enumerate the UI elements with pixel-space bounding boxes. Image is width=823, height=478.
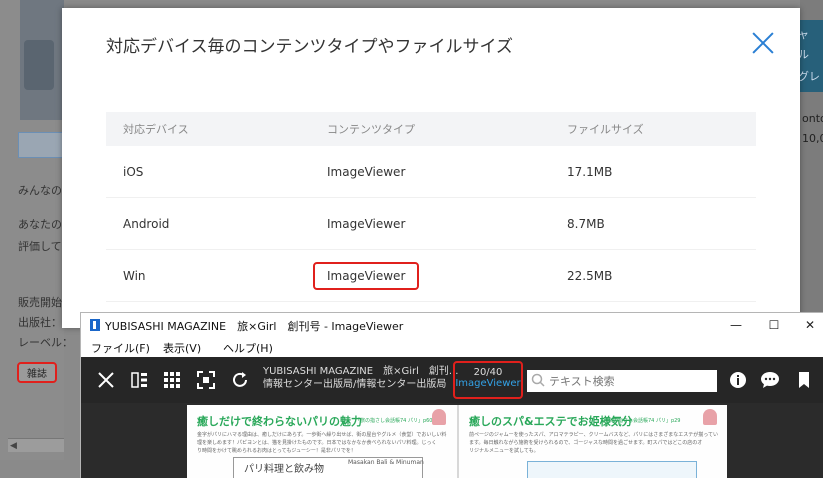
info-icon[interactable] bbox=[727, 369, 749, 391]
right-page-photo bbox=[527, 461, 697, 478]
right-page-tag: 「旅の指さし会話帳74 パリ」p29 bbox=[603, 418, 681, 424]
file-size-cell: 22.5MB bbox=[567, 268, 613, 283]
rotate-icon[interactable] bbox=[229, 369, 251, 391]
imageviewer-window: YUBISASHI MAGAZINE 旅×Girl 創刊号 - ImageVie… bbox=[80, 312, 823, 478]
background-text: onto bbox=[802, 112, 823, 125]
right-page-body: 前ページのジャムーを使ったスパ、アロマテラピー、クリームバスなど、パリにはさまざ… bbox=[469, 432, 718, 454]
menu-view[interactable]: 表示(V) bbox=[153, 337, 213, 357]
close-window-button[interactable]: ✕ bbox=[795, 315, 823, 335]
background-text: 評価して" bbox=[18, 240, 67, 253]
magazine-tag[interactable]: 雑誌 bbox=[17, 362, 57, 383]
content-type-cell: ImageViewer bbox=[327, 216, 406, 231]
window-title: YUBISASHI MAGAZINE 旅×Girl 創刊号 - ImageVie… bbox=[105, 320, 404, 333]
table-row: Win ImageViewer 22.5MB bbox=[106, 250, 756, 302]
content-type-cell: ImageViewer bbox=[327, 164, 406, 179]
comment-icon[interactable] bbox=[759, 369, 781, 391]
book-info: YUBISASHI MAGAZINE 旅×Girl 創刊... 情報センター出版… bbox=[263, 365, 458, 391]
bookmark-icon[interactable] bbox=[793, 369, 815, 391]
page-gutter bbox=[457, 405, 459, 478]
column-header-size: ファイルサイズ bbox=[567, 123, 644, 136]
close-icon[interactable] bbox=[95, 369, 117, 391]
search-input[interactable] bbox=[549, 372, 709, 390]
table-of-contents-icon[interactable] bbox=[129, 369, 151, 391]
fit-screen-icon[interactable] bbox=[195, 369, 217, 391]
book-publisher: 情報センター出版局/情報センター出版局 bbox=[263, 379, 447, 390]
page-counter: 20/40 ImageViewer bbox=[453, 361, 523, 399]
background-text: レーベル： bbox=[18, 336, 73, 349]
left-page-heading: 癒しだけで終わらないパリの魅力 bbox=[197, 415, 362, 428]
left-page-tag: 「旅の指さし会話帳74 パリ」p60 bbox=[355, 418, 433, 424]
horizontal-scrollbar[interactable]: ◀ bbox=[8, 438, 64, 452]
window-titlebar[interactable]: YUBISASHI MAGAZINE 旅×Girl 創刊号 - ImageVie… bbox=[81, 313, 823, 337]
book-title: YUBISASHI MAGAZINE 旅×Girl 創刊... bbox=[263, 366, 459, 377]
page-number: 20/40 bbox=[473, 367, 503, 378]
table-header: 対応デバイス コンテンツタイプ ファイルサイズ bbox=[106, 112, 756, 146]
background-text: 10,0 bbox=[802, 132, 823, 145]
illustration-figure bbox=[703, 409, 717, 425]
viewer-toolbar: YUBISASHI MAGAZINE 旅×Girl 創刊... 情報センター出版… bbox=[81, 357, 823, 403]
column-header-device: 対応デバイス bbox=[123, 123, 189, 136]
search-icon bbox=[531, 373, 545, 387]
background-button[interactable] bbox=[18, 132, 64, 158]
page-viewport[interactable]: 癒しだけで終わらないパリの魅力 「旅の指さし会話帳74 パリ」p60 金字がパリ… bbox=[81, 403, 823, 478]
thumbnail-grid-icon[interactable] bbox=[161, 369, 183, 391]
text-search-box[interactable] bbox=[527, 370, 717, 392]
table-row: iOS ImageViewer 17.1MB bbox=[106, 146, 756, 198]
left-page-body: 金字がパリにハマる理由は、癒しだけにあらず。一歩街へ繰り出せば、街の屋台やグルメ… bbox=[197, 432, 447, 454]
table-row: Android ImageViewer 8.7MB bbox=[106, 198, 756, 250]
maximize-button[interactable]: ☐ bbox=[759, 315, 789, 335]
magazine-spread: 癒しだけで終わらないパリの魅力 「旅の指さし会話帳74 パリ」p60 金字がパリ… bbox=[187, 405, 727, 478]
illustration-figure bbox=[432, 409, 446, 425]
menu-file[interactable]: ファイル(F) bbox=[81, 337, 153, 357]
modal-title: 対応デバイス毎のコンテンツタイプやファイルサイズ bbox=[106, 37, 513, 57]
close-icon[interactable] bbox=[752, 32, 774, 54]
device-cell: iOS bbox=[123, 164, 144, 179]
device-cell: Win bbox=[123, 268, 146, 283]
device-info-modal: 対応デバイス毎のコンテンツタイプやファイルサイズ 対応デバイス コンテンツタイプ… bbox=[62, 8, 800, 328]
column-header-type: コンテンツタイプ bbox=[327, 123, 415, 136]
background-text: 出版社： bbox=[18, 316, 62, 329]
file-size-cell: 8.7MB bbox=[567, 216, 605, 231]
scroll-left-icon[interactable]: ◀ bbox=[10, 441, 17, 451]
minimize-button[interactable]: — bbox=[721, 315, 751, 335]
content-type-cell: ImageViewer bbox=[310, 261, 550, 290]
device-cell: Android bbox=[123, 216, 170, 231]
file-size-cell: 17.1MB bbox=[567, 164, 613, 179]
menu-help[interactable]: ヘルプ(H) bbox=[213, 337, 285, 357]
highlighted-content-type: ImageViewer bbox=[313, 261, 420, 290]
left-page-box: パリ料理と飲み物 Masakan Bali & Minuman bbox=[233, 457, 424, 478]
app-icon bbox=[90, 319, 100, 331]
menubar: ファイル(F) 表示(V) ヘルプ(H) bbox=[81, 337, 823, 357]
device-spec-table: 対応デバイス コンテンツタイプ ファイルサイズ iOS ImageViewer … bbox=[106, 112, 756, 302]
viewer-app-label: ImageViewer bbox=[455, 378, 521, 389]
background-photo bbox=[20, 0, 64, 120]
